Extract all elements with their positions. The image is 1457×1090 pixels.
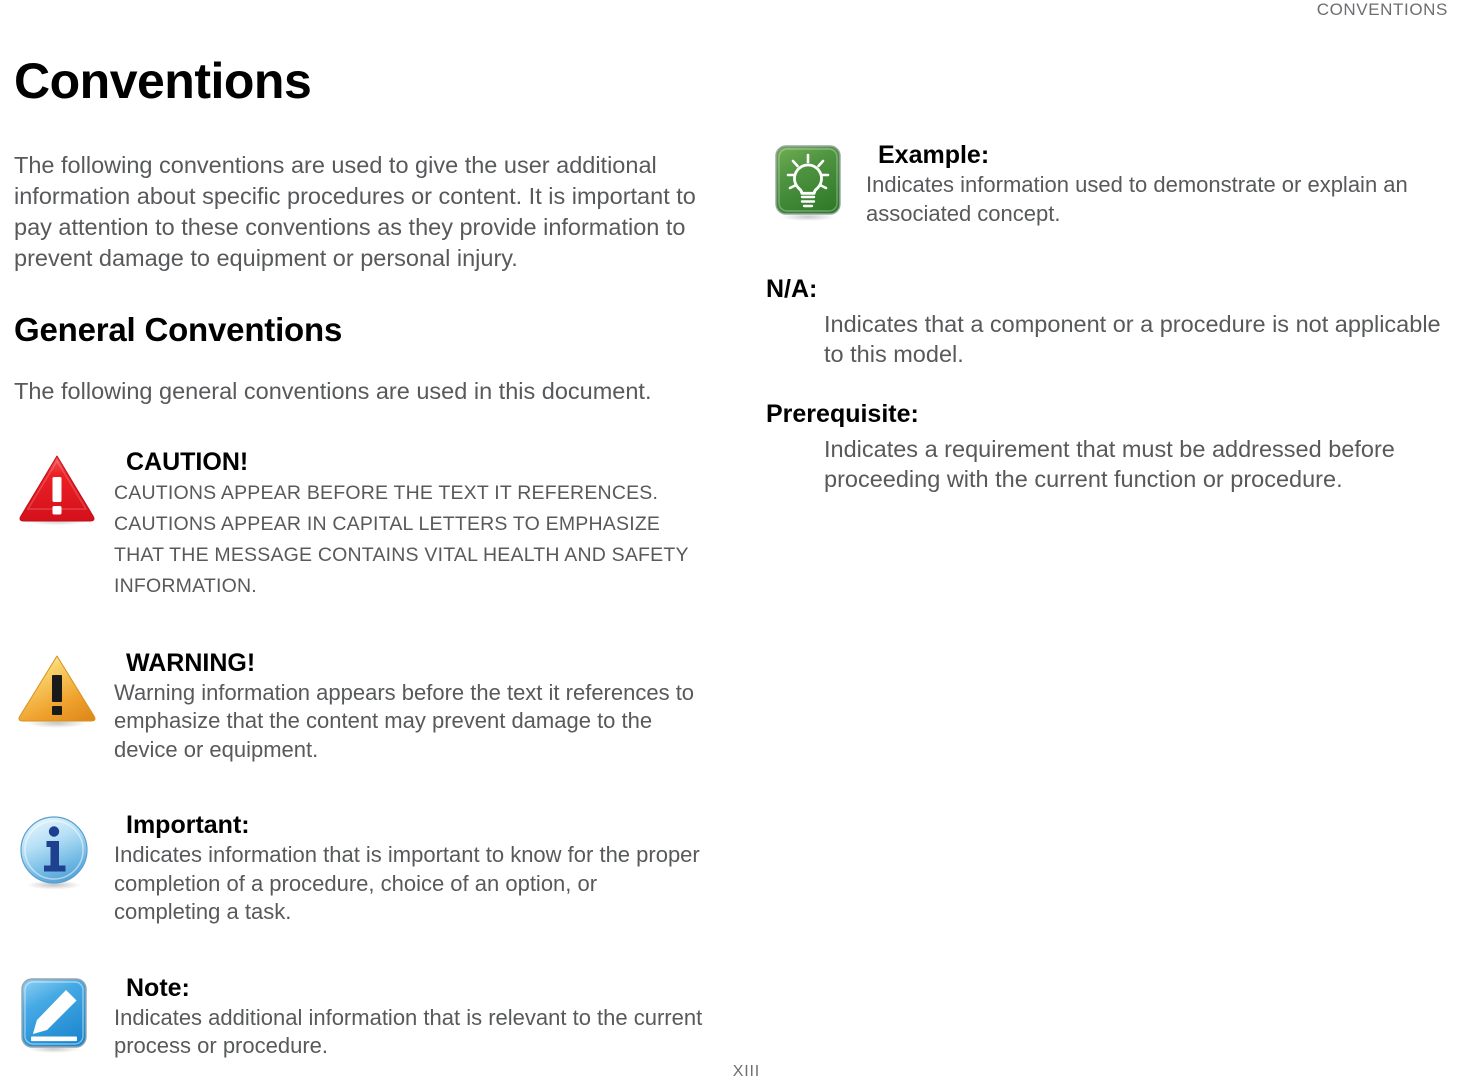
note-body: Warning information appears before the t… (114, 679, 695, 762)
left-column: Conventions The following conventions ar… (14, 55, 704, 1090)
section-heading-general-conventions: General Conventions (14, 310, 343, 348)
term-title: Prerequisite: (766, 400, 919, 428)
note-block-warning: WARNING! Warning information appears bef… (14, 648, 704, 765)
lightbulb-icon (766, 140, 852, 226)
term-body: Indicates that a component or a procedur… (824, 311, 1441, 367)
note-body: Indicates information used to demonstrat… (866, 172, 1408, 226)
note-block-caution: CAUTION! CAUTIONS APPEAR BEFORE THE TEXT… (14, 447, 704, 602)
note-block-note: Note: Indicates additional information t… (14, 973, 704, 1061)
note-body: Indicates information that is important … (114, 842, 700, 925)
warning-triangle-icon (14, 648, 100, 734)
right-column: Example: Indicates information used to d… (766, 140, 1456, 524)
document-page: CONVENTIONS Conventions The following co… (0, 0, 1457, 1090)
note-body: Indicates additional information that is… (114, 1004, 703, 1059)
note-block-example: Example: Indicates information used to d… (766, 140, 1456, 228)
note-title: Important: (126, 811, 250, 840)
information-circle-icon (14, 810, 100, 896)
note-title: CAUTION! (126, 447, 249, 476)
term-title: N/A: (766, 275, 818, 303)
running-header-text: CONVENTIONS (1316, 0, 1448, 19)
note-title: Note: (126, 973, 190, 1002)
note-title: Example: (878, 141, 990, 169)
running-header: CONVENTIONS (0, 0, 1448, 20)
note-pencil-icon (14, 973, 100, 1059)
term-body: Indicates a requirement that must be add… (824, 436, 1395, 492)
term-block-prerequisite: Prerequisite: Indicates a requirement th… (766, 399, 1456, 494)
page-title: Conventions (14, 53, 312, 109)
caution-triangle-icon (14, 447, 100, 533)
chapter-intro-paragraph: The following conventions are used to gi… (14, 151, 696, 271)
note-block-important: Important: Indicates information that is… (14, 810, 704, 927)
note-title: WARNING! (126, 648, 256, 677)
note-body: CAUTIONS APPEAR BEFORE THE TEXT IT REFER… (114, 481, 689, 597)
page-number: XIII (732, 1063, 760, 1080)
term-block-na: N/A: Indicates that a component or a pro… (766, 274, 1456, 369)
section-intro-paragraph: The following general conventions are us… (14, 377, 652, 404)
